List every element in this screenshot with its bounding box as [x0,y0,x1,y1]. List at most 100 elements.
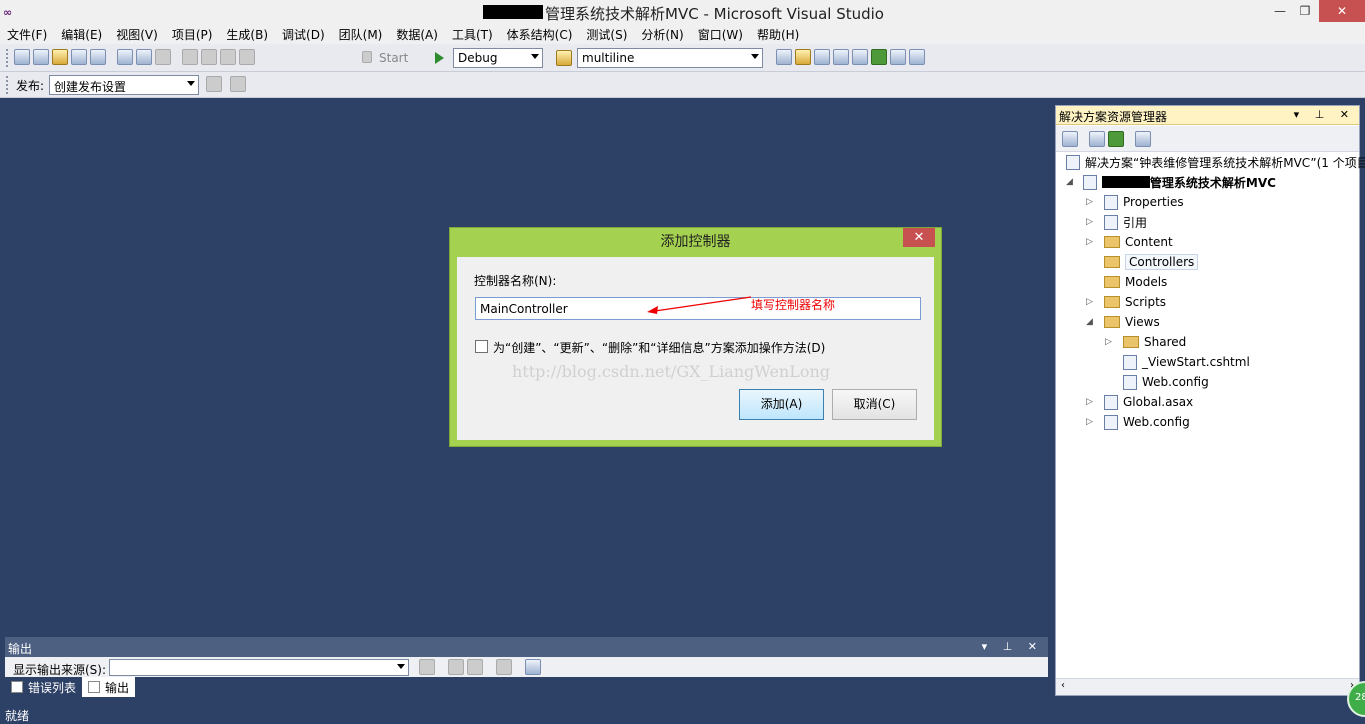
close-window-button[interactable]: ✕ [1319,0,1365,22]
command-window-icon[interactable] [909,49,925,65]
redo-icon[interactable] [201,49,217,65]
find-message-icon[interactable] [419,659,435,675]
horizontal-scrollbar[interactable]: ‹ › [1056,678,1359,695]
add-button[interactable]: 添加(A) [739,389,824,420]
expand-icon[interactable]: ▷ [1086,297,1104,307]
find-combo[interactable]: multiline [577,48,763,68]
menu-build[interactable]: 生成(B) [219,23,275,44]
add-item-icon[interactable] [33,49,49,65]
collapse-icon[interactable]: ◢ [1086,317,1104,327]
solution-explorer-panel: 解决方案资源管理器 ▾ ⊥ ✕ 解决方案“钟表维修管理系统技术解析MVC”(1 … [1055,105,1365,696]
cut-icon[interactable] [117,49,133,65]
tree-item-content[interactable]: ▷ Content [1086,232,1173,252]
publish-web-icon[interactable] [206,76,222,92]
find-in-files-icon[interactable] [556,50,572,66]
save-all-icon[interactable] [90,49,106,65]
cshtml-file-icon [1123,354,1137,370]
clear-all-icon[interactable] [496,659,512,675]
show-all-files-icon[interactable] [1089,131,1105,147]
new-project-icon[interactable] [14,49,30,65]
publish-settings-icon[interactable] [230,76,246,92]
badge-count: 28 [1355,692,1365,703]
start-page-icon[interactable] [871,49,887,65]
tree-item-global-asax[interactable]: ▷ Global.asax [1086,392,1193,412]
menu-analyze[interactable]: 分析(N) [634,23,690,44]
properties-icon[interactable] [795,49,811,65]
navigate-forward-icon[interactable] [239,49,255,65]
start-button[interactable]: Start [379,51,408,65]
action-methods-label[interactable]: 为“创建”、“更新”、“删除”和“详细信息”方案添加操作方法(D) [493,339,825,356]
tree-item-views-webconfig[interactable]: Web.config [1105,372,1209,392]
menu-team[interactable]: 团队(M) [332,23,390,44]
next-message-icon[interactable] [467,659,483,675]
output-header: 输出 ▾ ⊥ ✕ [5,637,1048,657]
tree-item-viewstart[interactable]: _ViewStart.cshtml [1105,352,1250,372]
menu-architecture[interactable]: 体系结构(C) [500,23,580,44]
expand-icon[interactable]: ▷ [1086,397,1104,407]
word-wrap-icon[interactable] [525,659,541,675]
menu-edit[interactable]: 编辑(E) [54,23,109,44]
output-source-select[interactable] [109,659,409,676]
open-file-icon[interactable] [52,49,68,65]
toolbar-grip[interactable] [6,76,9,94]
navigate-backward-icon[interactable] [220,49,236,65]
undo-icon[interactable] [182,49,198,65]
menu-data[interactable]: 数据(A) [389,23,445,44]
panel-buttons[interactable]: ▾ ⊥ ✕ [1294,108,1355,121]
solution-explorer-icon[interactable] [776,49,792,65]
expand-icon[interactable]: ▷ [1086,217,1104,227]
tree-item-references[interactable]: ▷ 引用 [1086,212,1147,232]
toolbar-grip[interactable] [6,49,9,67]
config-file-icon [1123,374,1137,390]
view-class-diagram-icon[interactable] [1135,131,1151,147]
action-methods-checkbox[interactable] [475,340,488,353]
collapse-icon[interactable]: ◢ [1066,177,1073,187]
panel-buttons[interactable]: ▾ ⊥ ✕ [982,640,1043,653]
publish-toolbar: 发布: 创建发布设置 [0,72,1365,98]
tree-item-properties[interactable]: ▷ Properties [1086,192,1184,212]
save-icon[interactable] [71,49,87,65]
properties-icon [1104,194,1118,210]
solution-configuration-select[interactable]: Debug [453,48,543,68]
menu-window[interactable]: 窗口(W) [691,23,750,44]
solution-node[interactable]: 解决方案“钟表维修管理系统技术解析MVC”(1 个项目) [1066,152,1365,172]
tree-item-webconfig[interactable]: ▷ Web.config [1086,412,1190,432]
menu-file[interactable]: 文件(F) [0,23,54,44]
properties-icon[interactable] [1062,131,1078,147]
maximize-button[interactable]: ❐ [1288,0,1322,22]
extension-manager-icon[interactable] [852,49,868,65]
toolbox-icon[interactable] [833,49,849,65]
object-browser-icon[interactable] [814,49,830,65]
expand-icon[interactable]: ▷ [1105,337,1123,347]
solution-explorer-toolbar [1056,126,1359,152]
menu-help[interactable]: 帮助(H) [750,23,806,44]
controller-name-value: MainController [480,302,568,316]
folder-icon [1104,276,1120,288]
start-debugging-icon[interactable] [435,52,444,64]
expand-icon[interactable]: ▷ [1086,197,1104,207]
paste-icon[interactable] [155,49,171,65]
tree-item-models[interactable]: Models [1086,272,1167,292]
dialog-close-button[interactable]: ✕ [903,228,935,247]
cancel-button[interactable]: 取消(C) [832,389,917,420]
expand-icon[interactable]: ▷ [1086,237,1104,247]
previous-message-icon[interactable] [448,659,464,675]
project-node[interactable]: ◢ 管理系统技术解析MVC [1066,172,1276,192]
copy-icon[interactable] [136,49,152,65]
menu-project[interactable]: 项目(P) [165,23,220,44]
menu-tools[interactable]: 工具(T) [445,23,500,44]
expand-icon[interactable]: ▷ [1086,417,1104,427]
tab-output[interactable]: 输出 [82,677,136,697]
tree-item-shared[interactable]: ▷ Shared [1105,332,1186,352]
menu-debug[interactable]: 调试(D) [275,23,332,44]
tree-item-controllers[interactable]: Controllers [1086,252,1199,272]
publish-profile-select[interactable]: 创建发布设置 [49,75,199,95]
tree-item-scripts[interactable]: ▷ Scripts [1086,292,1166,312]
tab-error-list[interactable]: 错误列表 [5,677,82,697]
menu-view[interactable]: 视图(V) [109,23,165,44]
menu-test[interactable]: 测试(S) [579,23,634,44]
class-view-icon[interactable] [890,49,906,65]
tree-item-views[interactable]: ◢ Views [1086,312,1160,332]
refresh-icon[interactable] [1108,131,1124,147]
scroll-left-icon[interactable]: ‹ [1061,680,1065,691]
